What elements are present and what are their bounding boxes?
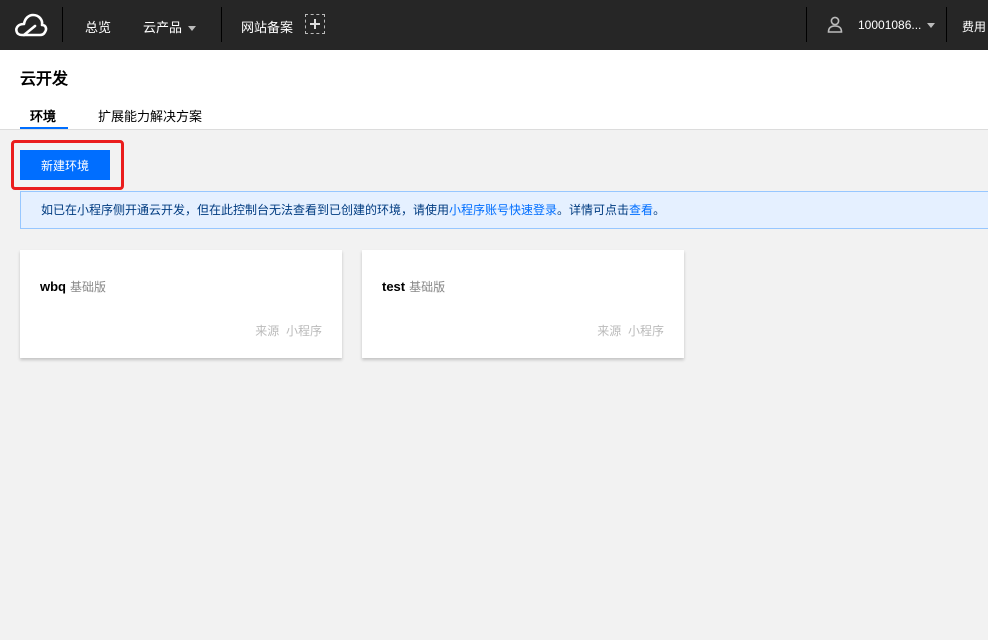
tab-environment[interactable]: 环境 bbox=[30, 106, 56, 125]
divider bbox=[221, 7, 222, 42]
notice-text-prefix: 如已在小程序侧开通云开发，但在此控制台无法查看到已创建的环境，请使用 bbox=[41, 203, 450, 217]
source-value: 小程序 bbox=[627, 324, 664, 338]
chevron-down-icon bbox=[188, 26, 197, 32]
notice-text-suffix: 。 bbox=[653, 203, 666, 217]
source-value: 小程序 bbox=[285, 324, 322, 338]
tab-extensions-solutions[interactable]: 扩展能力解决方案 bbox=[98, 106, 202, 125]
environment-card-test[interactable]: test 基础版 来源 小程序 bbox=[362, 250, 684, 358]
notice-text-middle: 。详情可点击 bbox=[557, 203, 630, 217]
chevron-down-icon bbox=[927, 23, 936, 29]
top-navigation-bar: 总览 云产品 网站备案 10001086... 费用 bbox=[0, 0, 988, 50]
environment-name-text: wbq bbox=[40, 279, 66, 294]
divider bbox=[946, 7, 947, 42]
cloud-logo-icon[interactable] bbox=[13, 9, 49, 41]
add-shortcut-icon[interactable] bbox=[305, 14, 325, 34]
page-title: 云开发 bbox=[20, 71, 69, 88]
active-tab-indicator bbox=[20, 127, 68, 129]
environment-name-text: test bbox=[382, 279, 406, 294]
account-menu[interactable]: 10001086... bbox=[858, 18, 936, 32]
user-icon[interactable] bbox=[826, 15, 844, 33]
environment-name: wbq 基础版 bbox=[40, 278, 106, 295]
info-notice: 如已在小程序侧开通云开发，但在此控制台无法查看到已创建的环境，请使用小程序账号快… bbox=[20, 191, 988, 229]
nav-cloud-products-label: 云产品 bbox=[143, 20, 183, 35]
divider bbox=[62, 7, 63, 42]
environment-source: 来源 小程序 bbox=[597, 322, 664, 339]
source-label: 来源 bbox=[597, 324, 622, 338]
account-id: 10001086... bbox=[858, 18, 922, 32]
page-header: 云开发 环境 扩展能力解决方案 bbox=[0, 50, 988, 130]
details-link[interactable]: 查看 bbox=[629, 203, 653, 217]
source-label: 来源 bbox=[255, 324, 280, 338]
nav-overview[interactable]: 总览 bbox=[85, 17, 111, 36]
environment-source: 来源 小程序 bbox=[255, 322, 322, 339]
mini-program-login-link[interactable]: 小程序账号快速登录 bbox=[449, 203, 557, 217]
nav-billing[interactable]: 费用 bbox=[962, 18, 986, 35]
environment-card-wbq[interactable]: wbq 基础版 来源 小程序 bbox=[20, 250, 342, 358]
divider bbox=[806, 7, 807, 42]
nav-cloud-products[interactable]: 云产品 bbox=[143, 17, 197, 36]
plan-badge: 基础版 bbox=[409, 280, 446, 294]
nav-icp-filing[interactable]: 网站备案 bbox=[241, 17, 293, 36]
plan-badge: 基础版 bbox=[70, 280, 107, 294]
new-environment-button[interactable]: 新建环境 bbox=[20, 150, 110, 180]
environment-name: test 基础版 bbox=[382, 278, 445, 295]
